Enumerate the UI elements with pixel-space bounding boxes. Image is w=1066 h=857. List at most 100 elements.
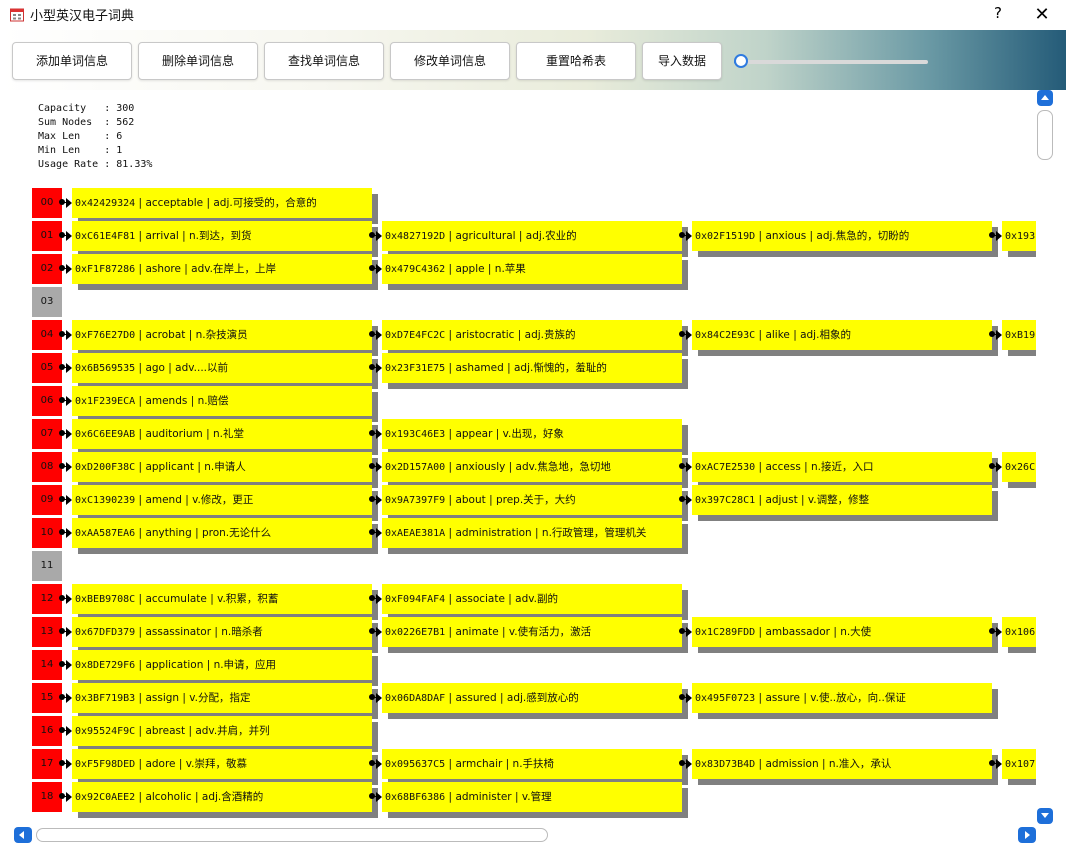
delete-word-button[interactable]: 删除单词信息 <box>138 42 258 80</box>
bucket-row: 02 0xF1F87286 | ashore | adv.在岸上，上岸 0x479C… <box>14 254 1036 284</box>
word-node[interactable]: 0x83D73B4D | admission | n.准入，承认 <box>692 749 992 779</box>
word-node[interactable]: 0x9A7397F9 | about | prep.关于，大约 <box>382 485 682 515</box>
word-node[interactable]: 0xAA587EA6 | anything | pron.无论什么 <box>72 518 372 548</box>
word-node[interactable]: 0x6B569535 | ago | adv....以前 <box>72 353 372 383</box>
word-node[interactable]: 0xD7E4FC2C | aristocratic | adj.贵族的 <box>382 320 682 350</box>
word-node[interactable]: 0xF5F98DED | adore | v.崇拜，敬慕 <box>72 749 372 779</box>
word-node[interactable]: 0xF76E27D0 | acrobat | n.杂技演员 <box>72 320 372 350</box>
add-word-button[interactable]: 添加单词信息 <box>12 42 132 80</box>
word-node[interactable]: 0x02F1519D | anxious | adj.焦急的，切盼的 <box>692 221 992 251</box>
word-node[interactable]: 0x107 <box>1002 749 1036 779</box>
find-word-button[interactable]: 查找单词信息 <box>264 42 384 80</box>
word-node[interactable]: 0x193 <box>1002 221 1036 251</box>
modify-word-button[interactable]: 修改单词信息 <box>390 42 510 80</box>
node-hash: 0x95524F9C <box>75 726 136 737</box>
node-hash: 0x4827192D <box>385 231 446 242</box>
word-node[interactable]: 0x26C <box>1002 452 1036 482</box>
help-button[interactable]: ? <box>988 4 1008 26</box>
word-node[interactable]: 0x479C4362 | apple | n.苹果 <box>382 254 682 284</box>
node-hash: 0x68BF6386 <box>385 792 446 803</box>
word-node[interactable]: 0x84C2E93C | alike | adj.相象的 <box>692 320 992 350</box>
word-node[interactable]: 0x397C28C1 | adjust | v.调整，修整 <box>692 485 992 515</box>
word-node[interactable]: 0x0226E7B1 | animate | v.使有活力，激活 <box>382 617 682 647</box>
node-entry: assure | v.使..放心，向..保证 <box>765 692 906 704</box>
word-node[interactable]: 0xF094FAF4 | associate | adv.副的 <box>382 584 682 614</box>
word-node[interactable]: 0x3BF719B3 | assign | v.分配，指定 <box>72 683 372 713</box>
bucket-index: 18 <box>32 782 62 812</box>
bucket-row: 10 0xAA587EA6 | anything | pron.无论什么 0xAEA… <box>14 518 1036 548</box>
word-node[interactable]: 0x095637C5 | armchair | n.手扶椅 <box>382 749 682 779</box>
node-entry: adjust | v.调整，修整 <box>765 494 870 506</box>
scroll-left-button[interactable] <box>14 827 32 843</box>
vertical-scroll-thumb[interactable] <box>1037 110 1053 160</box>
node-entry: applicant | n.申请人 <box>145 461 246 473</box>
word-node[interactable]: 0xD200F38C | applicant | n.申请人 <box>72 452 372 482</box>
node-entry: assign | v.分配，指定 <box>145 692 251 704</box>
word-node[interactable]: 0x42429324 | acceptable | adj.可接受的，合意的 <box>72 188 372 218</box>
zoom-slider-track[interactable] <box>742 60 928 64</box>
node-separator: | <box>135 461 146 473</box>
scroll-down-button[interactable] <box>1037 808 1053 824</box>
word-node[interactable]: 0x67DFD379 | assassinator | n.暗杀者 <box>72 617 372 647</box>
node-separator: | <box>135 428 146 440</box>
horizontal-scrollbar[interactable] <box>14 827 1036 843</box>
reset-hash-table-button[interactable]: 重置哈希表 <box>516 42 636 80</box>
node-separator: | <box>445 626 456 638</box>
node-separator: | <box>135 329 146 341</box>
horizontal-scroll-thumb[interactable] <box>36 828 548 842</box>
bucket-row: 11 <box>14 551 1036 581</box>
word-node[interactable]: 0x6C6EE9AB | auditorium | n.礼堂 <box>72 419 372 449</box>
word-node[interactable]: 0x92C0AEE2 | alcoholic | adj.含酒精的 <box>72 782 372 812</box>
close-button[interactable]: ✕ <box>1030 3 1054 27</box>
scroll-right-button[interactable] <box>1018 827 1036 843</box>
node-entry: associate | adv.副的 <box>455 593 558 605</box>
node-separator: | <box>135 593 146 605</box>
node-hash: 0x1C289FDD <box>695 627 756 638</box>
word-node[interactable]: 0xAEAE381A | administration | n.行政管理，管理机… <box>382 518 682 548</box>
word-node[interactable]: 0x68BF6386 | administer | v.管理 <box>382 782 682 812</box>
word-node[interactable]: 0x193C46E3 | appear | v.出现，好象 <box>382 419 682 449</box>
word-node[interactable]: 0x8DE729F6 | application | n.申请，应用 <box>72 650 372 680</box>
word-node[interactable]: 0xAC7E2530 | access | n.接近，入口 <box>692 452 992 482</box>
import-data-button[interactable]: 导入数据 <box>642 42 722 80</box>
node-separator: | <box>445 230 456 242</box>
zoom-slider-handle[interactable] <box>734 54 748 68</box>
word-node[interactable]: 0x4827192D | agricultural | adj.农业的 <box>382 221 682 251</box>
vertical-scrollbar[interactable] <box>1036 90 1054 825</box>
word-node[interactable]: 0x2D157A00 | anxiously | adv.焦急地，急切地 <box>382 452 682 482</box>
node-separator: | <box>445 428 456 440</box>
node-entry: arrival | n.到达，到货 <box>145 230 252 242</box>
word-node[interactable]: 0xB19 <box>1002 320 1036 350</box>
node-separator: | <box>135 626 146 638</box>
word-node[interactable]: 0x06DA8DAF | assured | adj.感到放心的 <box>382 683 682 713</box>
node-entry: amends | n.赔偿 <box>145 395 229 407</box>
stat-max-len: Max Len : 6 <box>38 131 123 142</box>
node-hash: 0x193C46E3 <box>385 429 446 440</box>
node-entry: application | n.申请，应用 <box>145 659 277 671</box>
word-node[interactable]: 0xBEB9708C | accumulate | v.积累，积蓄 <box>72 584 372 614</box>
word-node[interactable]: 0x23F31E75 | ashamed | adj.惭愧的，羞耻的 <box>382 353 682 383</box>
node-entry: alcoholic | adj.含酒精的 <box>145 791 264 803</box>
node-hash: 0xAA587EA6 <box>75 528 136 539</box>
word-node[interactable]: 0xF1F87286 | ashore | adv.在岸上，上岸 <box>72 254 372 284</box>
node-entry: auditorium | n.礼堂 <box>145 428 244 440</box>
word-node[interactable]: 0x1C289FDD | ambassador | n.大使 <box>692 617 992 647</box>
word-node[interactable]: 0x95524F9C | abreast | adv.并肩，并列 <box>72 716 372 746</box>
node-hash: 0xD7E4FC2C <box>385 330 446 341</box>
word-node[interactable]: 0xC61E4F81 | arrival | n.到达，到货 <box>72 221 372 251</box>
node-hash: 0xF1F87286 <box>75 264 136 275</box>
arrow-down-icon <box>1041 813 1049 818</box>
word-node[interactable]: 0x495F0723 | assure | v.使..放心，向..保证 <box>692 683 992 713</box>
node-entry: ashamed | adj.惭愧的，羞耻的 <box>455 362 607 374</box>
node-hash: 0x107 <box>1005 759 1036 770</box>
word-node[interactable]: 0xC1390239 | amend | v.修改，更正 <box>72 485 372 515</box>
node-separator: | <box>135 362 146 374</box>
node-hash: 0x0226E7B1 <box>385 627 446 638</box>
node-separator: | <box>755 230 766 242</box>
word-node[interactable]: 0x106 <box>1002 617 1036 647</box>
node-entry: armchair | n.手扶椅 <box>455 758 555 770</box>
node-hash: 0xBEB9708C <box>75 594 136 605</box>
hash-table-canvas[interactable]: Capacity : 300 Sum Nodes : 562 Max Len :… <box>14 90 1036 825</box>
scroll-up-button[interactable] <box>1037 90 1053 106</box>
word-node[interactable]: 0x1F239ECA | amends | n.赔偿 <box>72 386 372 416</box>
